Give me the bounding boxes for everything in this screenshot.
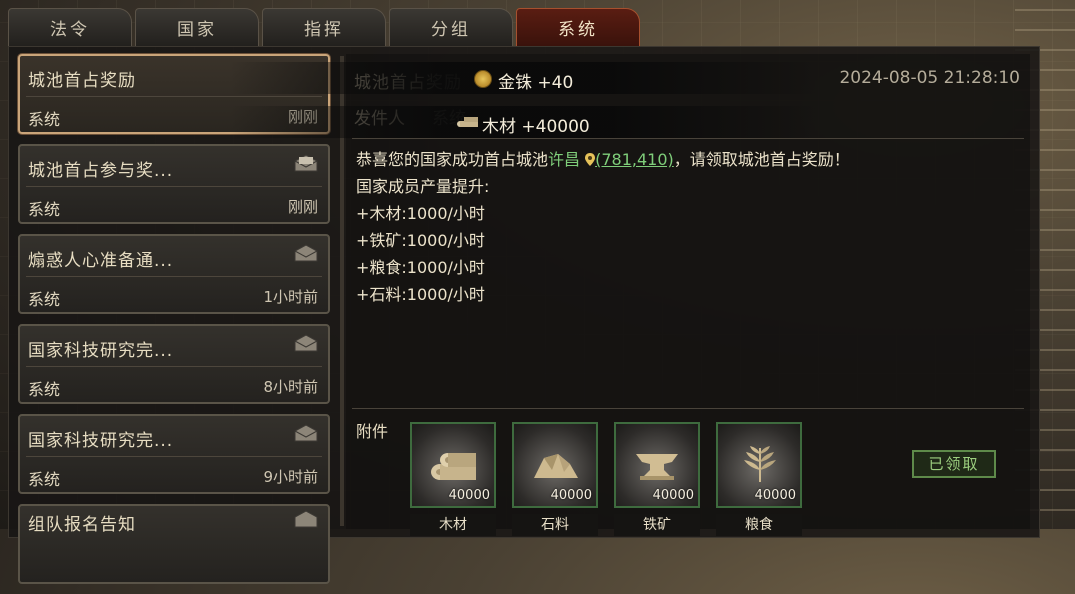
divider xyxy=(352,408,1024,409)
bonus-line: +木材:1000/小时 xyxy=(356,204,485,223)
detail-date: 2024-08-05 21:28:10 xyxy=(839,68,1020,88)
tab-label: 系统 xyxy=(558,20,598,40)
envelope-icon xyxy=(294,424,318,442)
mail-title: 国家科技研究完... xyxy=(28,341,174,361)
tab-bar: 法令 国家 指挥 分组 系统 xyxy=(8,8,640,46)
tab-system[interactable]: 系统 xyxy=(516,8,640,46)
mail-sender: 系统 xyxy=(28,470,61,489)
mail-detail: 城池首占奖励 2024-08-05 21:28:10 发件人 系统 恭喜您的国家… xyxy=(346,54,1030,536)
tab-decree[interactable]: 法令 xyxy=(8,8,132,46)
mail-item[interactable]: 国家科技研究完... 系统 8小时前 xyxy=(18,324,330,404)
attachments-label: 附件 xyxy=(356,422,389,441)
bonus-line: +铁矿:1000/小时 xyxy=(356,231,485,250)
envelope-open-icon xyxy=(294,154,318,172)
item-name: 木材 xyxy=(410,514,496,536)
mail-body: 恭喜您的国家成功首占城池许昌 (781,410)，请领取城池首占奖励！ 国家成员… xyxy=(356,146,850,308)
mail-sender: 系统 xyxy=(28,290,61,309)
mail-time: 刚刚 xyxy=(287,108,318,126)
item-quantity: 40000 xyxy=(652,488,694,503)
divider xyxy=(26,96,322,97)
divider xyxy=(26,456,322,457)
divider xyxy=(26,186,322,187)
mail-title: 煽惑人心准备通... xyxy=(28,251,174,271)
body-text: ，请领取城池首占奖励！ xyxy=(673,150,850,169)
tab-command[interactable]: 指挥 xyxy=(262,8,386,46)
bonus-line: +石料:1000/小时 xyxy=(356,285,485,304)
item-slot[interactable]: 40000 xyxy=(614,422,700,508)
claimed-button[interactable]: 已领取 xyxy=(912,450,996,478)
item-name: 铁矿 xyxy=(614,514,700,536)
item-slot[interactable]: 40000 xyxy=(410,422,496,508)
attachment-list: 40000 木材 40000 石料 40000 铁矿 40000 粮食 xyxy=(410,422,802,536)
mail-time: 1小时前 xyxy=(263,288,318,306)
item-slot[interactable]: 40000 xyxy=(716,422,802,508)
location-pin-icon xyxy=(585,153,596,166)
mail-title: 城池首占奖励 xyxy=(28,71,136,91)
detail-title: 城池首占奖励 xyxy=(354,73,462,93)
mail-title: 城池首占参与奖... xyxy=(28,161,174,181)
mail-sender: 系统 xyxy=(28,380,61,399)
tab-label: 指挥 xyxy=(304,20,344,40)
tab-label: 国家 xyxy=(177,20,217,40)
mail-item[interactable]: 城池首占参与奖... 系统 刚刚 xyxy=(18,144,330,224)
mail-item[interactable]: 组队报名告知 xyxy=(18,504,330,584)
mail-sender: 系统 xyxy=(28,110,61,129)
tab-label: 法令 xyxy=(50,20,90,40)
mail-time: 刚刚 xyxy=(287,198,318,216)
grain-icon xyxy=(744,446,776,482)
attachment-item[interactable]: 40000 粮食 xyxy=(716,422,802,536)
tab-nation[interactable]: 国家 xyxy=(135,8,259,46)
wood-icon xyxy=(431,453,476,480)
mail-time: 8小时前 xyxy=(263,378,318,396)
body-line: 国家成员产量提升: xyxy=(356,177,490,196)
detail-sender: 系统 xyxy=(432,109,466,129)
body-text: 恭喜您的国家成功首占城池 xyxy=(356,150,549,169)
divider xyxy=(26,276,322,277)
envelope-icon xyxy=(294,510,318,528)
divider xyxy=(26,366,322,367)
item-name: 石料 xyxy=(512,514,598,536)
mail-title: 国家科技研究完... xyxy=(28,431,174,451)
divider xyxy=(352,138,1024,139)
list-scrollbar[interactable] xyxy=(340,56,344,526)
tab-group[interactable]: 分组 xyxy=(389,8,513,46)
tab-label: 分组 xyxy=(431,20,471,40)
city-coords-link[interactable]: (781,410) xyxy=(595,150,674,169)
mail-item[interactable]: 城池首占奖励 系统 刚刚 xyxy=(18,54,330,134)
attachment-item[interactable]: 40000 铁矿 xyxy=(614,422,700,536)
item-name: 粮食 xyxy=(716,514,802,536)
item-slot[interactable]: 40000 xyxy=(512,422,598,508)
body-line: 恭喜您的国家成功首占城池许昌 (781,410)，请领取城池首占奖励！ xyxy=(356,146,850,173)
bonus-line: +粮食:1000/小时 xyxy=(356,258,485,277)
item-quantity: 40000 xyxy=(754,488,796,503)
mail-item[interactable]: 国家科技研究完... 系统 9小时前 xyxy=(18,414,330,494)
mail-sender: 系统 xyxy=(28,200,61,219)
mail-list: 城池首占奖励 系统 刚刚 城池首占参与奖... 系统 刚刚 煽惑人心准备通...… xyxy=(14,54,334,594)
attachment-item[interactable]: 40000 木材 xyxy=(410,422,496,536)
item-quantity: 40000 xyxy=(448,488,490,503)
mail-title: 组队报名告知 xyxy=(28,515,136,535)
iron-anvil-icon xyxy=(636,454,678,480)
sender-label: 发件人 xyxy=(354,109,405,129)
city-name: 许昌 xyxy=(548,150,581,169)
attachment-item[interactable]: 40000 石料 xyxy=(512,422,598,536)
stone-icon xyxy=(534,454,578,478)
mail-time: 9小时前 xyxy=(263,468,318,486)
envelope-icon xyxy=(294,244,318,262)
item-quantity: 40000 xyxy=(550,488,592,503)
envelope-icon xyxy=(294,334,318,352)
mail-item[interactable]: 煽惑人心准备通... 系统 1小时前 xyxy=(18,234,330,314)
